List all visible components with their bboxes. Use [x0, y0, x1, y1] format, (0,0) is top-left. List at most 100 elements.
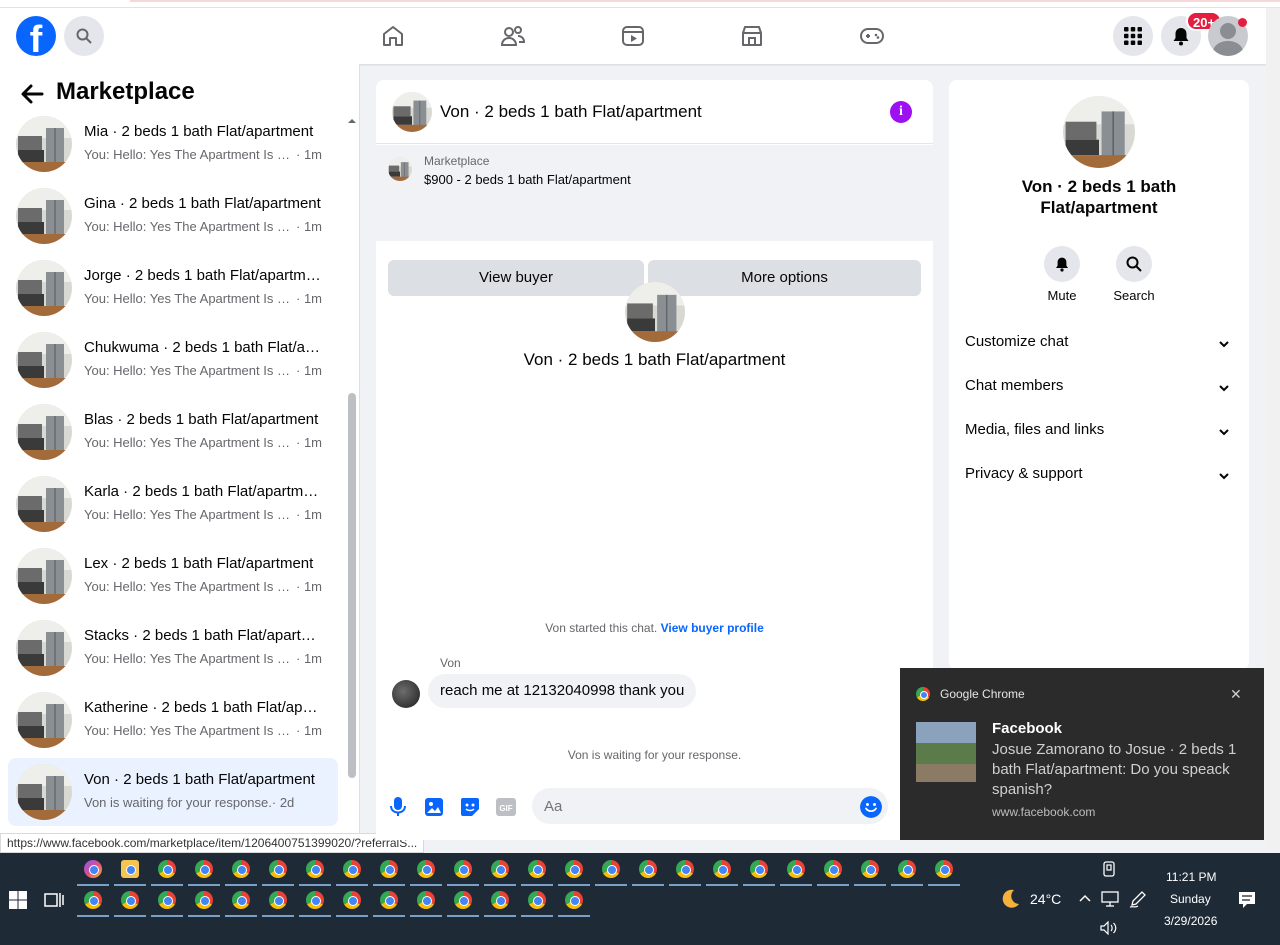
- chrome-taskbar-icon[interactable]: [891, 857, 923, 886]
- mute-button[interactable]: [1044, 246, 1080, 282]
- chrome-taskbar-icon[interactable]: [521, 857, 553, 886]
- task-view-icon[interactable]: [44, 891, 64, 909]
- customize-chat-row[interactable]: Customize chat: [965, 333, 1233, 357]
- chrome-taskbar-icon[interactable]: [817, 857, 849, 886]
- chrome-taskbar-icon[interactable]: [336, 888, 368, 917]
- chrome-taskbar-icon[interactable]: [447, 888, 479, 917]
- chrome-taskbar-icon[interactable]: [632, 857, 664, 886]
- conversation-scrollbar[interactable]: [346, 108, 358, 828]
- info-icon[interactable]: i: [890, 101, 912, 123]
- clock-date[interactable]: 3/29/2026: [1164, 914, 1217, 928]
- conversation-item[interactable]: Katherine · 2 beds 1 bath Flat/apartment…: [8, 686, 338, 754]
- menu-button[interactable]: [1113, 16, 1153, 56]
- chrome-taskbar-icon[interactable]: [373, 888, 405, 917]
- attach-photo-button[interactable]: [422, 795, 446, 819]
- chrome-taskbar-icon[interactable]: [854, 857, 886, 886]
- chrome-taskbar-icon[interactable]: [595, 857, 627, 886]
- emoji-icon[interactable]: [860, 796, 882, 818]
- chrome-taskbar-icon[interactable]: [484, 857, 516, 886]
- chrome-taskbar-icon[interactable]: [743, 857, 775, 886]
- close-icon[interactable]: ✕: [1230, 686, 1242, 703]
- chrome-taskbar-icon[interactable]: [484, 888, 516, 917]
- pen-icon[interactable]: [1129, 890, 1147, 908]
- chrome-taskbar-icon[interactable]: [558, 857, 590, 886]
- chrome-taskbar-icon[interactable]: [77, 888, 109, 917]
- listing-price-title[interactable]: $900 - 2 beds 1 bath Flat/apartment: [424, 172, 631, 187]
- privacy-support-row[interactable]: Privacy & support: [965, 465, 1233, 489]
- view-buyer-profile-link[interactable]: View buyer profile: [661, 621, 764, 635]
- chrome-taskbar-icon[interactable]: [521, 888, 553, 917]
- windows-start-icon[interactable]: [9, 891, 27, 909]
- phone-link-icon[interactable]: [1102, 861, 1116, 877]
- search-button[interactable]: [64, 16, 104, 56]
- weather-temperature[interactable]: 24°C: [1030, 891, 1061, 907]
- clock-day[interactable]: Sunday: [1170, 892, 1211, 906]
- chrome-taskbar-icon[interactable]: [151, 857, 183, 886]
- chrome-taskbar-icon[interactable]: [114, 888, 146, 917]
- friends-nav-button[interactable]: [497, 20, 529, 52]
- chrome-taskbar-icon[interactable]: [262, 888, 294, 917]
- conversation-item[interactable]: Karla · 2 beds 1 bath Flat/apartment You:…: [8, 470, 338, 538]
- conversation-item[interactable]: Lex · 2 beds 1 bath Flat/apartment You: H…: [8, 542, 338, 610]
- scroll-up-arrow-icon[interactable]: [346, 116, 358, 126]
- chrome-taskbar-icon[interactable]: [299, 857, 331, 886]
- chat-members-row[interactable]: Chat members: [965, 377, 1233, 401]
- gaming-nav-button[interactable]: [856, 20, 888, 52]
- conversation-item[interactable]: Stacks · 2 beds 1 bath Flat/apartment You…: [8, 614, 338, 682]
- view-buyer-button[interactable]: View buyer: [388, 260, 644, 296]
- chrome-taskbar-icon[interactable]: [410, 888, 442, 917]
- conversation-item[interactable]: Gina · 2 beds 1 bath Flat/apartment You: …: [8, 182, 338, 250]
- weather-moon-icon[interactable]: [999, 888, 1021, 910]
- chrome-taskbar-icon[interactable]: [558, 888, 590, 917]
- chrome-taskbar-icon[interactable]: [188, 857, 220, 886]
- search-in-chat-button[interactable]: [1116, 246, 1152, 282]
- network-icon[interactable]: [1101, 891, 1119, 907]
- chrome-taskbar-icon[interactable]: [151, 888, 183, 917]
- listing-thumbnail[interactable]: [388, 157, 412, 181]
- marketplace-nav-button[interactable]: [736, 20, 768, 52]
- conversation-item[interactable]: Chukwuma · 2 beds 1 bath Flat/apartment Y…: [8, 326, 338, 394]
- chevron-up-icon[interactable]: [1079, 893, 1091, 903]
- chrome-notification-toast[interactable]: Google Chrome ✕ Facebook Josue Zamorano …: [900, 668, 1264, 840]
- scrollbar-thumb[interactable]: [348, 393, 356, 778]
- back-arrow-icon[interactable]: [18, 80, 46, 108]
- page-scrollbar[interactable]: [1266, 8, 1280, 848]
- chrome-taskbar-icon[interactable]: [706, 857, 738, 886]
- chrome-taskbar-icon[interactable]: [669, 857, 701, 886]
- more-options-button[interactable]: More options: [648, 260, 921, 296]
- video-nav-button[interactable]: [617, 20, 649, 52]
- chrome-taskbar-icon[interactable]: [299, 888, 331, 917]
- conversation-item[interactable]: Mia · 2 beds 1 bath Flat/apartment You: H…: [8, 110, 338, 178]
- chrome-taskbar-icon[interactable]: [225, 888, 257, 917]
- message-bubble[interactable]: reach me at 12132040998 thank you: [428, 674, 697, 708]
- chrome-taskbar-icon[interactable]: [410, 857, 442, 886]
- clock-time[interactable]: 11:21 PM: [1166, 870, 1216, 884]
- message-input[interactable]: [532, 788, 888, 824]
- conversation-item[interactable]: Jorge · 2 beds 1 bath Flat/apartment You:…: [8, 254, 338, 322]
- chrome-taskbar-icon[interactable]: [262, 857, 294, 886]
- chrome-taskbar-icon[interactable]: [188, 888, 220, 917]
- volume-icon[interactable]: [1100, 921, 1118, 935]
- chat-avatar[interactable]: [392, 92, 432, 132]
- chat-title[interactable]: Von · 2 beds 1 bath Flat/apartment: [440, 102, 702, 122]
- copilot-icon[interactable]: [77, 857, 109, 886]
- mute-action[interactable]: Mute: [1026, 246, 1098, 303]
- details-avatar[interactable]: [1063, 96, 1135, 168]
- media-files-links-row[interactable]: Media, files and links: [965, 421, 1233, 445]
- chrome-taskbar-icon[interactable]: [780, 857, 812, 886]
- voice-clip-button[interactable]: [386, 795, 410, 819]
- chrome-taskbar-icon[interactable]: [928, 857, 960, 886]
- sticker-button[interactable]: [458, 795, 482, 819]
- facebook-logo[interactable]: f: [16, 16, 56, 56]
- chrome-taskbar-icon[interactable]: [373, 857, 405, 886]
- chrome-taskbar-icon[interactable]: [447, 857, 479, 886]
- file-explorer-icon[interactable]: [114, 857, 146, 886]
- home-nav-button[interactable]: [377, 20, 409, 52]
- gif-button[interactable]: GIF: [494, 795, 518, 819]
- chrome-taskbar-icon[interactable]: [336, 857, 368, 886]
- search-action[interactable]: Search: [1098, 246, 1170, 303]
- conversation-item[interactable]: Von · 2 beds 1 bath Flat/apartment Von is…: [8, 758, 338, 826]
- app-icon[interactable]: [225, 857, 257, 886]
- conversation-item[interactable]: Blas · 2 beds 1 bath Flat/apartment You: …: [8, 398, 338, 466]
- notification-center-icon[interactable]: [1238, 891, 1256, 909]
